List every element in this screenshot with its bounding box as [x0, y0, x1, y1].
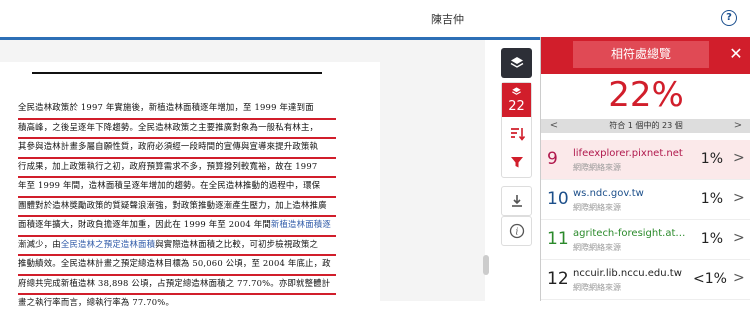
line-text: 團體對於造林獎勵政策的質疑聲浪漸強，對政策推動逐漸產生壓力，加上造林推廣	[18, 199, 327, 210]
layers-icon	[510, 57, 523, 68]
document-line: 行成果，加上政策執行之初，政府預算需求不多，預算撥列較寬裕，故在 1997	[18, 159, 336, 178]
info-button[interactable]: i	[501, 216, 532, 246]
line-text: 畫之執行率而言，總執行率為 77.70%。	[18, 297, 175, 307]
similarity-percentage: 22%	[608, 75, 684, 115]
filter-button[interactable]	[502, 149, 531, 175]
document-line: 全民造林政策於 1997 年實施後，新植造林面積逐年增加，至 1999 年達到面	[18, 100, 336, 120]
document-page: 全民造林政策於 1997 年實施後，新植造林面積逐年增加，至 1999 年達到面…	[0, 62, 380, 307]
document-line: 漸減少，由全民造林之預定造林面積與實際造林面積之比較，可初步檢視政策之	[18, 237, 336, 256]
document-line: 積高峰，之後呈逐年下降趨勢。全民造林政策之主要推廣對象為一般私有林主，	[18, 120, 336, 139]
line-text: 全民造林政策於 1997 年實施後，新植造林面積逐年增加，至 1999 年達到面	[18, 102, 314, 112]
source-number: 10	[547, 189, 569, 209]
source-number: 11	[547, 229, 569, 249]
top-bar: 陳吉仲 ?	[0, 0, 750, 37]
layers-button[interactable]	[501, 48, 532, 78]
match-navigator-text: 符合 1 個中的 23 個	[609, 121, 683, 130]
panel-title: 相符處總覽	[573, 41, 709, 68]
document-scrollbar[interactable]	[483, 255, 489, 275]
sort-icon	[510, 128, 525, 141]
source-type: 網際網絡來源	[573, 163, 621, 172]
filter-icon	[510, 157, 523, 168]
source-type: 網際網絡來源	[573, 203, 621, 212]
highlighted-match[interactable]: 全民造林之預定造林面積	[61, 239, 155, 249]
next-match-icon[interactable]: >	[731, 119, 745, 133]
close-icon[interactable]: ✕	[727, 45, 745, 63]
source-url: nccuir.lib.nccu.edu.tw	[573, 268, 682, 279]
source-percentage: <1%	[693, 271, 727, 287]
document-line: 團體對於造林獎勵政策的質疑聲浪漸強，對政策推動逐漸產生壓力，加上造林推廣	[18, 198, 336, 217]
source-row[interactable]: 11 agritech-foresight.atri... 網際網絡來源 1% >	[541, 220, 750, 260]
line-text: 積高峰，之後呈逐年下降趨勢。全民造林政策之主要推廣對象為一般私有林主，	[18, 121, 319, 132]
match-overview-button[interactable]: 22	[502, 83, 531, 117]
info-icon: i	[509, 223, 524, 239]
document-text: 全民造林政策於 1997 年實施後，新植造林面積逐年增加，至 1999 年達到面…	[18, 100, 336, 315]
line-text: 漸減少，由	[18, 238, 61, 249]
source-url: agritech-foresight.atri...	[573, 228, 688, 239]
panel-header: 相符處總覽 ✕	[541, 37, 750, 74]
line-text: 府總共完成新植造林 38,898 公頃，占預定總造林面積之 77.70%。亦即就…	[18, 277, 331, 288]
highlighted-match[interactable]: 新植造林面積逐	[271, 219, 331, 229]
help-icon[interactable]: ?	[721, 10, 737, 26]
chevron-right-icon[interactable]: >	[733, 270, 745, 286]
source-row[interactable]: 9 lifeexplorer.pixnet.net 網際網絡來源 1% >	[541, 140, 750, 180]
line-text: 推動績效。全民造林計畫之預定總造林目標為 50,060 公頃，至 2004 年底…	[18, 258, 331, 268]
document-line: 府總共完成新植造林 38,898 公頃，占預定總造林面積之 77.70%。亦即就…	[18, 276, 336, 295]
prev-match-icon[interactable]: <	[547, 119, 561, 133]
download-button[interactable]	[501, 186, 532, 216]
source-type: 網際網絡來源	[573, 283, 621, 292]
user-name[interactable]: 陳吉仲	[431, 11, 464, 27]
chevron-right-icon[interactable]: >	[733, 190, 745, 206]
sort-button[interactable]	[502, 121, 531, 147]
source-percentage: 1%	[700, 191, 723, 207]
line-text: 與實際造林面積之比較，可初步檢視政策之	[155, 238, 319, 249]
match-overview-panel: 相符處總覽 ✕ 22% < 符合 1 個中的 23 個 > 9 lifeexplo…	[540, 37, 750, 301]
page-top-rule	[32, 72, 322, 74]
download-icon	[511, 195, 522, 207]
source-row[interactable]: 12 nccuir.lib.nccu.edu.tw 網際網絡來源 <1% >	[541, 260, 750, 300]
match-count: 22	[508, 99, 525, 114]
match-navigator: < 符合 1 個中的 23 個 >	[541, 119, 750, 133]
layers-small-icon	[512, 87, 521, 95]
source-url: lifeexplorer.pixnet.net	[573, 148, 683, 159]
document-line: 面積逐年擴大，財政負擔逐年加重，因此在 1999 年至 2004 年間新植造林面…	[18, 217, 336, 237]
source-number: 9	[547, 149, 558, 169]
svg-text:i: i	[515, 228, 518, 238]
document-line: 畫之執行率而言，總執行率為 77.70%。	[18, 295, 336, 315]
line-text: 年至 1999 年間，造林面積呈逐年增加的趨勢。在全民造林推動的過程中，環保	[18, 180, 321, 190]
match-tools-panel: 22	[501, 82, 532, 178]
document-line: 推動績效。全民造林計畫之預定總造林目標為 50,060 公頃，至 2004 年底…	[18, 256, 336, 276]
document-line: 年至 1999 年間，造林面積呈逐年增加的趨勢。在全民造林推動的過程中，環保	[18, 178, 336, 198]
document-viewer[interactable]: 全民造林政策於 1997 年實施後，新植造林面積逐年增加，至 1999 年達到面…	[0, 40, 489, 307]
document-line: 其參與造林計畫多屬自願性質，政府必須經一段時間的宣傳與宣導來提升政策執	[18, 139, 336, 159]
line-text: 面積逐年擴大，財政負擔逐年加重，因此在 1999 年至 2004 年間	[18, 219, 271, 229]
line-text: 行成果，加上政策執行之初，政府預算需求不多，預算撥列較寬裕，故在 1997	[18, 160, 318, 171]
source-number: 12	[547, 269, 569, 289]
line-text: 其參與造林計畫多屬自願性質，政府必須經一段時間的宣傳與宣導來提升政策執	[18, 141, 319, 151]
source-percentage: 1%	[700, 231, 723, 247]
source-type: 網際網絡來源	[573, 243, 621, 252]
source-url: ws.ndc.gov.tw	[573, 188, 644, 199]
chevron-right-icon[interactable]: >	[733, 150, 745, 166]
source-row[interactable]: 10 ws.ndc.gov.tw 網際網絡來源 1% >	[541, 180, 750, 220]
source-percentage: 1%	[700, 151, 723, 167]
chevron-right-icon[interactable]: >	[733, 230, 745, 246]
